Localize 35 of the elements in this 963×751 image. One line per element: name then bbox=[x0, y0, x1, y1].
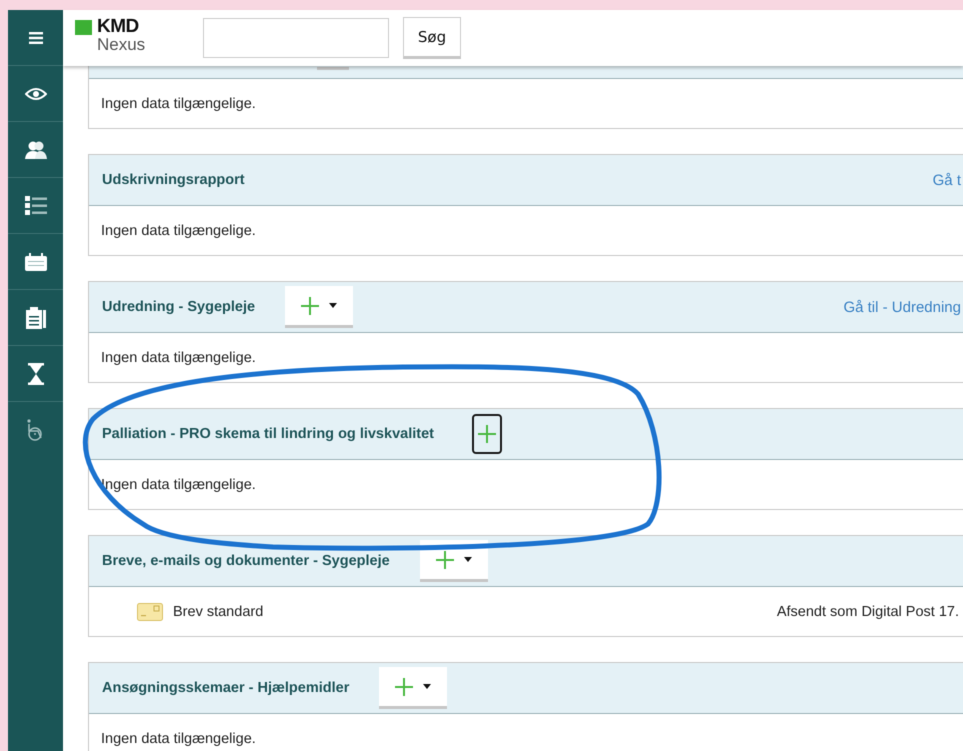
goto-link[interactable]: Gå t bbox=[932, 172, 963, 188]
caret-icon bbox=[329, 303, 338, 308]
brand-name: KMD bbox=[97, 18, 139, 36]
caret-icon bbox=[423, 684, 432, 689]
plus-icon bbox=[395, 678, 414, 696]
logo-square-icon bbox=[75, 20, 92, 34]
empty-message: Ingen data tilgængelige. bbox=[101, 222, 256, 238]
menu-icon[interactable] bbox=[28, 32, 42, 44]
search-field[interactable] bbox=[203, 18, 389, 58]
section-title: Ansøgningsskemaer - Hjælpemidler bbox=[102, 680, 350, 696]
product-name: Nexus bbox=[97, 36, 146, 54]
empty-message: Ingen data tilgængelige. bbox=[101, 730, 256, 746]
plus-icon bbox=[301, 296, 320, 314]
letter-icon bbox=[137, 602, 163, 620]
add-button[interactable] bbox=[472, 414, 502, 454]
section-title: Palliation - PRO skema til lindring og livskvalitet bbox=[102, 426, 434, 442]
section-title: Breve, e-mails og dokumenter - Sygepleje bbox=[102, 553, 390, 569]
document-status: Afsendt som Digital Post 17. bbox=[776, 604, 960, 620]
checklist-icon[interactable] bbox=[24, 196, 46, 216]
section-title: Udskrivningsrapport bbox=[102, 172, 245, 188]
empty-message: Ingen data tilgængelige. bbox=[101, 96, 256, 112]
eye-icon[interactable] bbox=[24, 86, 46, 100]
goto-link[interactable]: Gå til - Udredning bbox=[843, 298, 963, 316]
plus-icon bbox=[436, 550, 454, 568]
empty-message: Ingen data tilgængelige. bbox=[101, 476, 256, 492]
plus-icon bbox=[478, 425, 496, 443]
calendar-icon[interactable] bbox=[24, 252, 46, 270]
search-button[interactable]: Søg bbox=[403, 17, 461, 59]
hourglass-icon[interactable] bbox=[28, 362, 44, 384]
clipboard-icon[interactable] bbox=[26, 306, 46, 328]
empty-message: Ingen data tilgængelige. bbox=[101, 350, 256, 366]
people-icon[interactable] bbox=[24, 140, 46, 158]
section-title: Udredning - Sygepleje bbox=[102, 299, 256, 315]
document-name[interactable]: Brev standard bbox=[173, 604, 264, 620]
caret-icon bbox=[464, 557, 472, 562]
